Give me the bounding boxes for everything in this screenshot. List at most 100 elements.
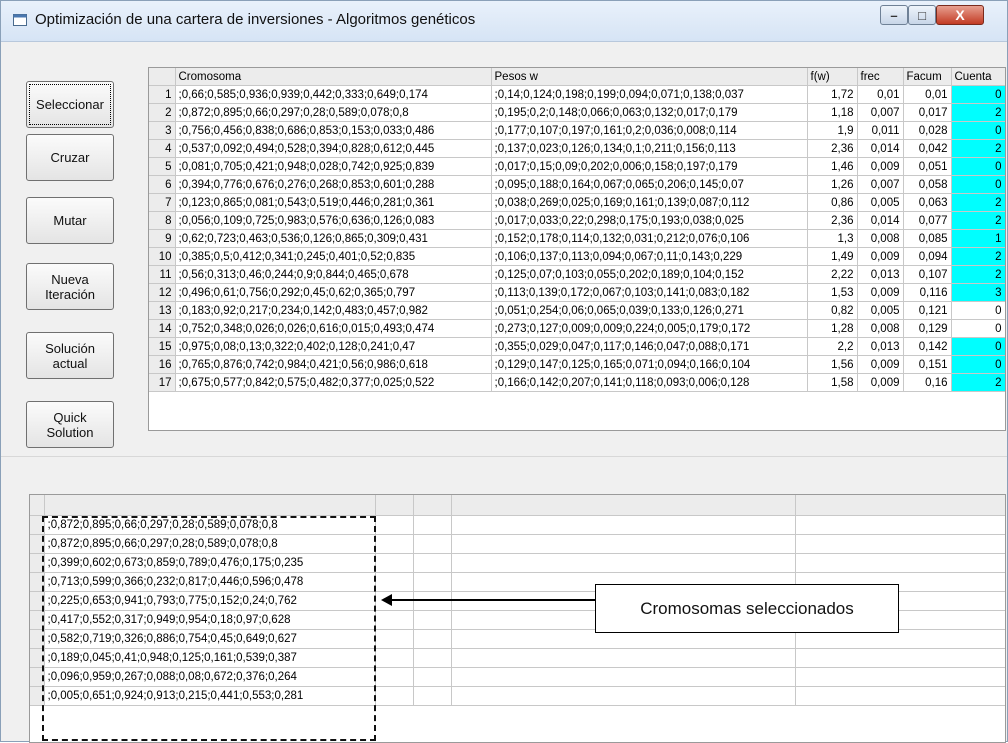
cromosoma-cell[interactable]: ;0,62;0,723;0,463;0,536;0,126;0,865;0,30…	[175, 229, 492, 248]
table-row[interactable]: 11 ;0,56;0,313;0,46;0,244;0,9;0,844;0,465…	[149, 265, 1005, 284]
col-header-facum[interactable]: Facum	[903, 68, 952, 86]
table-row[interactable]: 17 ;0,675;0,577;0,842;0,575;0,482;0,377;0…	[149, 373, 1005, 392]
fw-cell[interactable]: 1,26	[807, 175, 858, 194]
row-number[interactable]: 11	[149, 265, 176, 284]
cromosoma-cell[interactable]: ;0,183;0,92;0,217;0,234;0,142;0,483;0,45…	[175, 301, 492, 320]
table-row[interactable]: 1 ;0,66;0,585;0,936;0,939;0,442;0,333;0,6…	[149, 85, 1005, 104]
empty-cell[interactable]	[451, 667, 796, 687]
empty-cell[interactable]	[375, 686, 414, 706]
facum-cell[interactable]: 0,107	[903, 265, 952, 284]
empty-cell[interactable]	[451, 515, 796, 535]
pesos-cell[interactable]: ;0,177;0,107;0,197;0,161;0,2;0,036;0,008…	[491, 121, 808, 140]
table-row[interactable]: 4 ;0,537;0,092;0,494;0,528;0,394;0,828;0,…	[149, 139, 1005, 158]
empty-cell[interactable]	[795, 648, 1005, 668]
cromosoma-cell[interactable]: ;0,56;0,313;0,46;0,244;0,9;0,844;0,465;0…	[175, 265, 492, 284]
frec-cell[interactable]: 0,008	[857, 229, 904, 248]
frec-cell[interactable]: 0,009	[857, 373, 904, 392]
empty-cell[interactable]	[375, 553, 414, 573]
fw-cell[interactable]: 1,28	[807, 319, 858, 338]
empty-cell[interactable]	[413, 648, 452, 668]
row-number[interactable]: 7	[149, 193, 176, 212]
cuenta-cell[interactable]: 2	[951, 139, 1005, 158]
fw-cell[interactable]: 1,53	[807, 283, 858, 302]
cromosoma-cell[interactable]: ;0,385;0,5;0,412;0,341;0,245;0,401;0,52;…	[175, 247, 492, 266]
pesos-cell[interactable]: ;0,017;0,033;0,22;0,298;0,175;0,193;0,03…	[491, 211, 808, 230]
empty-cell[interactable]	[795, 686, 1005, 706]
empty-cell[interactable]	[451, 648, 796, 668]
quick-solution-button[interactable]: Quick Solution	[26, 401, 114, 448]
table-row[interactable]: 5 ;0,081;0,705;0,421;0,948;0,028;0,742;0,…	[149, 157, 1005, 176]
facum-cell[interactable]: 0,094	[903, 247, 952, 266]
table-row[interactable]: 2 ;0,872;0,895;0,66;0,297;0,28;0,589;0,07…	[149, 103, 1005, 122]
cromosoma-cell[interactable]: ;0,756;0,456;0,838;0,686;0,853;0,153;0,0…	[175, 121, 492, 140]
pesos-cell[interactable]: ;0,017;0,15;0,09;0,202;0,006;0,158;0,197…	[491, 157, 808, 176]
col-header-fw[interactable]: f(w)	[807, 68, 858, 86]
cromosoma-cell[interactable]: ;0,056;0,109;0,725;0,983;0,576;0,636;0,1…	[175, 211, 492, 230]
cuenta-cell[interactable]: 0	[951, 355, 1005, 374]
cuenta-cell[interactable]: 0	[951, 121, 1005, 140]
fw-cell[interactable]: 2,22	[807, 265, 858, 284]
cromosoma-cell[interactable]: ;0,765;0,876;0,742;0,984;0,421;0,56;0,98…	[175, 355, 492, 374]
cuenta-cell[interactable]: 0	[951, 157, 1005, 176]
empty-cell[interactable]	[413, 591, 452, 611]
frec-cell[interactable]: 0,011	[857, 121, 904, 140]
row-number[interactable]: 2	[149, 103, 176, 122]
minimize-button[interactable]: –	[880, 5, 908, 25]
facum-cell[interactable]: 0,051	[903, 157, 952, 176]
fw-cell[interactable]: 1,9	[807, 121, 858, 140]
pesos-cell[interactable]: ;0,355;0,029;0,047;0,117;0,146;0,047;0,0…	[491, 337, 808, 356]
cuenta-cell[interactable]: 0	[951, 175, 1005, 194]
title-bar[interactable]: Optimización de una cartera de inversion…	[1, 1, 1007, 42]
row-number[interactable]: 4	[149, 139, 176, 158]
empty-cell[interactable]	[795, 667, 1005, 687]
pesos-cell[interactable]: ;0,038;0,269;0,025;0,169;0,161;0,139;0,0…	[491, 193, 808, 212]
pesos-cell[interactable]: ;0,137;0,023;0,126;0,134;0,1;0,211;0,156…	[491, 139, 808, 158]
empty-cell[interactable]	[451, 553, 796, 573]
facum-cell[interactable]: 0,085	[903, 229, 952, 248]
pesos-cell[interactable]: ;0,095;0,188;0,164;0,067;0,065;0,206;0,1…	[491, 175, 808, 194]
table-row[interactable]: 10 ;0,385;0,5;0,412;0,341;0,245;0,401;0,5…	[149, 247, 1005, 266]
cuenta-cell[interactable]: 0	[951, 337, 1005, 356]
empty-cell[interactable]	[413, 667, 452, 687]
fw-cell[interactable]: 2,2	[807, 337, 858, 356]
row-number[interactable]: 3	[149, 121, 176, 140]
empty-cell[interactable]	[413, 553, 452, 573]
empty-cell[interactable]	[413, 534, 452, 554]
pesos-cell[interactable]: ;0,129;0,147;0,125;0,165;0,071;0,094;0,1…	[491, 355, 808, 374]
facum-cell[interactable]: 0,028	[903, 121, 952, 140]
cromosoma-cell[interactable]: ;0,123;0,865;0,081;0,543;0,519;0,446;0,2…	[175, 193, 492, 212]
cromosoma-cell[interactable]: ;0,496;0,61;0,756;0,292;0,45;0,62;0,365;…	[175, 283, 492, 302]
fw-cell[interactable]: 0,86	[807, 193, 858, 212]
cromosoma-cell[interactable]: ;0,66;0,585;0,936;0,939;0,442;0,333;0,64…	[175, 85, 492, 104]
table-row[interactable]: 8 ;0,056;0,109;0,725;0,983;0,576;0,636;0,…	[149, 211, 1005, 230]
cuenta-cell[interactable]: 0	[951, 319, 1005, 338]
empty-cell[interactable]	[375, 629, 414, 649]
pesos-cell[interactable]: ;0,113;0,139;0,172;0,067;0,103;0,141;0,0…	[491, 283, 808, 302]
empty-cell[interactable]	[375, 610, 414, 630]
frec-cell[interactable]: 0,007	[857, 175, 904, 194]
facum-cell[interactable]: 0,16	[903, 373, 952, 392]
col-header-pesos[interactable]: Pesos w	[491, 68, 808, 86]
fw-cell[interactable]: 0,82	[807, 301, 858, 320]
frec-cell[interactable]: 0,014	[857, 139, 904, 158]
pesos-cell[interactable]: ;0,273;0,127;0,009;0,009;0,224;0,005;0,1…	[491, 319, 808, 338]
row-number[interactable]: 9	[149, 229, 176, 248]
facum-cell[interactable]: 0,042	[903, 139, 952, 158]
table-row[interactable]: 7 ;0,123;0,865;0,081;0,543;0,519;0,446;0,…	[149, 193, 1005, 212]
empty-cell[interactable]	[451, 534, 796, 554]
pesos-cell[interactable]: ;0,106;0,137;0,113;0,094;0,067;0,11;0,14…	[491, 247, 808, 266]
cuenta-cell[interactable]: 2	[951, 103, 1005, 122]
pesos-cell[interactable]: ;0,195;0,2;0,148;0,066;0,063;0,132;0,017…	[491, 103, 808, 122]
row-number[interactable]: 5	[149, 157, 176, 176]
frec-cell[interactable]: 0,013	[857, 265, 904, 284]
facum-cell[interactable]: 0,01	[903, 85, 952, 104]
row-number[interactable]: 17	[149, 373, 176, 392]
pesos-cell[interactable]: ;0,14;0,124;0,198;0,199;0,094;0,071;0,13…	[491, 85, 808, 104]
fw-cell[interactable]: 2,36	[807, 211, 858, 230]
row-number[interactable]: 10	[149, 247, 176, 266]
pesos-cell[interactable]: ;0,051;0,254;0,06;0,065;0,039;0,133;0,12…	[491, 301, 808, 320]
cromosoma-cell[interactable]: ;0,975;0,08;0,13;0,322;0,402;0,128;0,241…	[175, 337, 492, 356]
empty-cell[interactable]	[375, 534, 414, 554]
facum-cell[interactable]: 0,063	[903, 193, 952, 212]
cruzar-button[interactable]: Cruzar	[26, 134, 114, 181]
